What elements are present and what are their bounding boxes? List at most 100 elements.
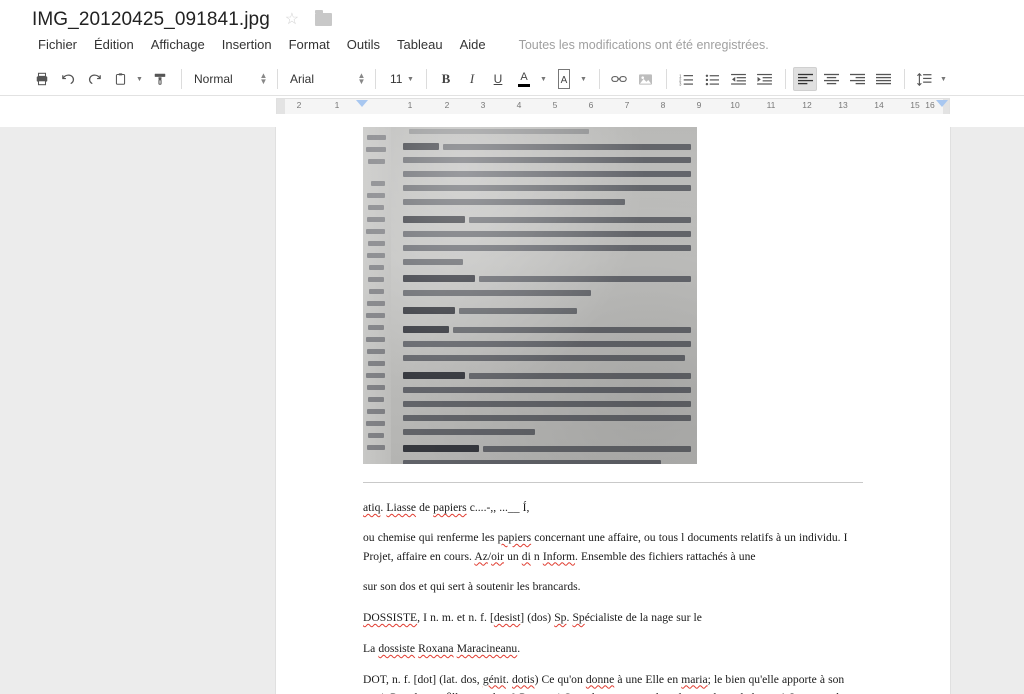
- redo-icon[interactable]: [82, 67, 106, 91]
- menu-item-format[interactable]: Format: [281, 34, 338, 55]
- toolbar-divider: [904, 69, 905, 89]
- ruler-tick: 11: [766, 100, 776, 110]
- ruler-tick: 4: [516, 100, 522, 110]
- ruler-tick: 13: [838, 100, 848, 110]
- text-color-swatch: [518, 83, 530, 87]
- menu-item-outils[interactable]: Outils: [339, 34, 388, 55]
- italic-label: I: [469, 71, 475, 86]
- highlight-chevron-down-icon[interactable]: ▼: [578, 68, 589, 90]
- document-page[interactable]: atiq. Liasse de papiers c....-,, ...__ Í…: [276, 127, 950, 694]
- scan-left-column: [363, 127, 391, 464]
- horizontal-ruler[interactable]: 2 1 1 2 3 4 5 6 7 8 9 10 11 12 13 14 15 …: [276, 98, 950, 114]
- menu-item-tableau[interactable]: Tableau: [389, 34, 451, 55]
- document-title[interactable]: IMG_20120425_091841.jpg: [32, 9, 270, 31]
- title-bar: IMG_20120425_091841.jpg ☆: [0, 0, 1024, 32]
- ruler-tick: 6: [588, 100, 594, 110]
- paragraph-2[interactable]: ou chemise qui renferme les papiers conc…: [363, 529, 863, 567]
- paragraph-style-select[interactable]: Normal ▲ ▼: [189, 68, 270, 90]
- align-center-button[interactable]: [819, 67, 843, 91]
- folder-icon[interactable]: [314, 10, 334, 30]
- line-spacing-icon[interactable]: [912, 67, 936, 91]
- menu-item-aide[interactable]: Aide: [452, 34, 494, 55]
- underline-button[interactable]: U: [486, 67, 510, 91]
- decrease-indent-icon[interactable]: [726, 67, 750, 91]
- ruler-tick: 7: [624, 100, 630, 110]
- paragraph-3[interactable]: sur son dos et qui sert à soutenir les b…: [363, 578, 863, 597]
- horizontal-rule: [363, 482, 863, 483]
- paragraph-1[interactable]: atiq. Liasse de papiers c....-,, ...__ Í…: [363, 499, 863, 518]
- font-stepper-icon: ▲ ▼: [357, 71, 366, 86]
- paste-clipboard-icon[interactable]: [108, 67, 132, 91]
- text-color-letter: A: [520, 70, 528, 83]
- highlight-color-button[interactable]: A: [552, 67, 576, 91]
- toolbar-divider: [375, 69, 376, 89]
- formatting-toolbar: ▼ Normal ▲ ▼ Arial ▲ ▼ 11 ▼ B I U A ▼ A …: [0, 63, 1024, 96]
- toolbar-divider: [181, 69, 182, 89]
- underline-label: U: [493, 72, 503, 86]
- svg-text:3: 3: [679, 81, 682, 85]
- paragraph-style-value: Normal: [194, 72, 233, 86]
- ruler-tick: 9: [696, 100, 702, 110]
- document-canvas[interactable]: atiq. Liasse de papiers c....-,, ...__ Í…: [0, 127, 1024, 694]
- toolbar-divider: [785, 69, 786, 89]
- text-color-chevron-down-icon[interactable]: ▼: [538, 68, 549, 90]
- ruler-tick: 3: [480, 100, 486, 110]
- menu-item-affichage[interactable]: Affichage: [143, 34, 213, 55]
- font-size-select[interactable]: 11: [383, 68, 405, 90]
- paragraph-5[interactable]: La dossiste Roxana Maracineanu.: [363, 640, 863, 659]
- paste-chevron-down-icon[interactable]: ▼: [134, 68, 145, 90]
- star-outline-icon[interactable]: ☆: [282, 10, 302, 30]
- toolbar-divider: [277, 69, 278, 89]
- toolbar-divider: [666, 69, 667, 89]
- toolbar-divider: [426, 69, 427, 89]
- insert-link-icon[interactable]: [607, 67, 631, 91]
- paragraph-4[interactable]: DOSSISTE, I n. m. et n. f. [desist] (dos…: [363, 609, 863, 628]
- bold-button[interactable]: B: [434, 67, 458, 91]
- align-right-button[interactable]: [845, 67, 869, 91]
- increase-indent-icon[interactable]: [752, 67, 776, 91]
- align-left-button[interactable]: [793, 67, 817, 91]
- font-family-value: Arial: [290, 72, 315, 86]
- toolbar-divider: [599, 69, 600, 89]
- text-color-button[interactable]: A: [512, 67, 536, 91]
- font-size-chevron-down-icon[interactable]: ▼: [405, 68, 416, 90]
- insert-image-icon[interactable]: [633, 67, 657, 91]
- style-stepper-icon: ▲ ▼: [259, 71, 268, 86]
- undo-icon[interactable]: [56, 67, 80, 91]
- italic-button[interactable]: I: [460, 67, 484, 91]
- ruler-tick: 15: [910, 100, 920, 110]
- highlight-letter: A: [560, 75, 568, 87]
- ruler-left-margin-zone: [277, 99, 285, 114]
- paint-format-icon[interactable]: [148, 67, 172, 91]
- ruler-tick: 1: [407, 100, 413, 110]
- bold-label: B: [441, 71, 451, 86]
- print-icon[interactable]: [30, 67, 54, 91]
- ruler-row: 2 1 1 2 3 4 5 6 7 8 9 10 11 12 13 14 15 …: [0, 96, 1024, 116]
- ruler-tick: 1: [334, 100, 340, 110]
- bulleted-list-icon[interactable]: [700, 67, 724, 91]
- numbered-list-icon[interactable]: 1 2 3: [674, 67, 698, 91]
- paragraph-6[interactable]: DOT, n. f. [dot] (lat. dos, génit. dotis…: [363, 671, 863, 694]
- app-chrome: IMG_20120425_091841.jpg ☆ Fichier Éditio…: [0, 0, 1024, 116]
- line-spacing-chevron-down-icon[interactable]: ▼: [938, 68, 949, 90]
- ruler-tick: 14: [874, 100, 884, 110]
- ruler-tick: 8: [660, 100, 666, 110]
- ruler-tick: 16: [925, 100, 935, 110]
- menu-bar: Fichier Édition Affichage Insertion Form…: [0, 32, 1024, 57]
- right-indent-marker[interactable]: [936, 100, 948, 107]
- justify-button[interactable]: [871, 67, 895, 91]
- left-indent-marker[interactable]: [356, 100, 368, 107]
- ruler-tick: 5: [552, 100, 558, 110]
- ruler-tick: 10: [730, 100, 740, 110]
- menu-item-insertion[interactable]: Insertion: [214, 34, 280, 55]
- font-family-select[interactable]: Arial ▲ ▼: [285, 68, 368, 90]
- ruler-tick: 12: [802, 100, 812, 110]
- menu-item-fichier[interactable]: Fichier: [30, 34, 85, 55]
- inserted-scanned-image[interactable]: [363, 127, 697, 464]
- ruler-tick: 2: [444, 100, 450, 110]
- docs-app-window: IMG_20120425_091841.jpg ☆ Fichier Éditio…: [0, 0, 1024, 694]
- page-content: atiq. Liasse de papiers c....-,, ...__ Í…: [276, 127, 950, 694]
- scan-entry-column: [391, 127, 697, 464]
- save-status-text: Toutes les modifications ont été enregis…: [518, 37, 769, 52]
- menu-item-edition[interactable]: Édition: [86, 34, 142, 55]
